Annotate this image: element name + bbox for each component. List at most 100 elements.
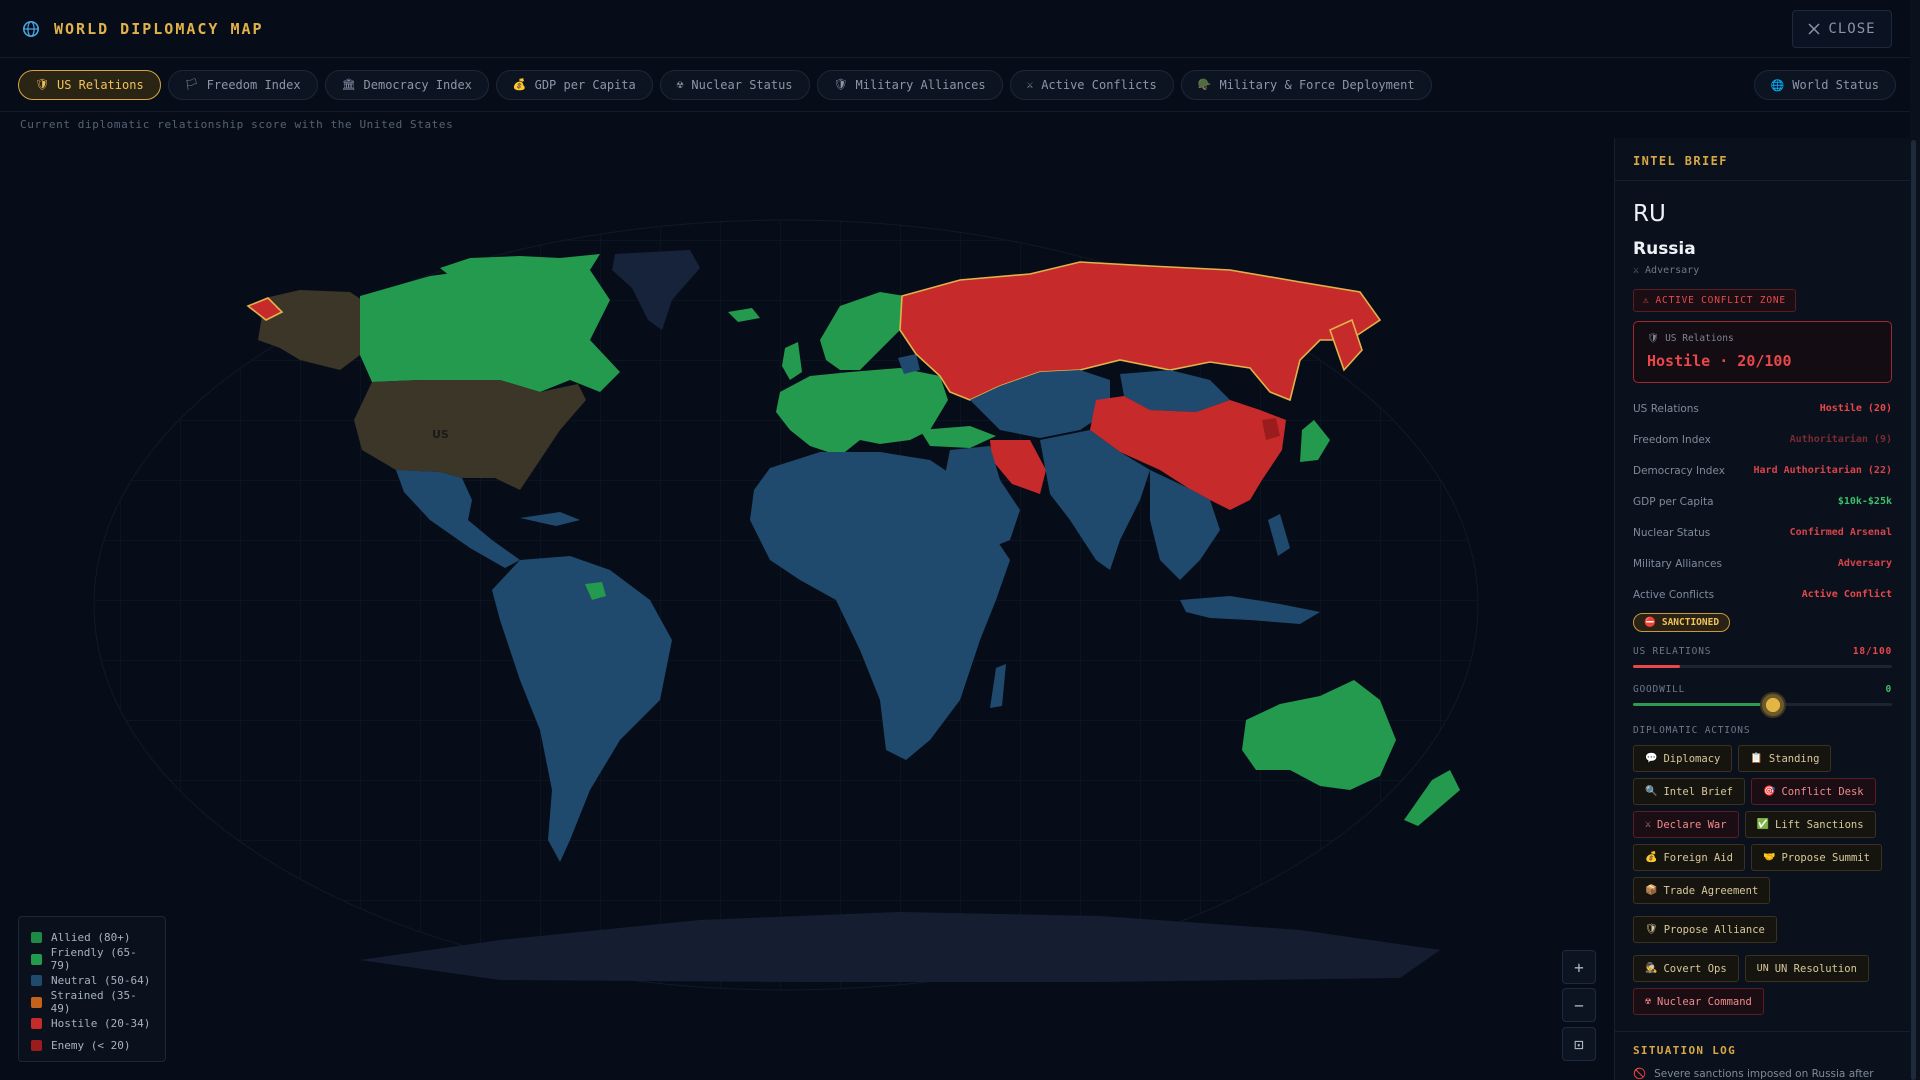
- conflict-zone-badge: ⚠ ACTIVE CONFLICT ZONE: [1633, 289, 1796, 312]
- stat-row-conflicts: Active Conflicts Active Conflict: [1633, 588, 1892, 601]
- page-scrollbar-thumb[interactable]: [1911, 140, 1916, 1080]
- tab-label: Military & Force Deployment: [1219, 77, 1415, 92]
- package-icon: 📦: [1645, 885, 1658, 896]
- handshake-icon: 🤝: [1763, 852, 1776, 863]
- country-label-us: US: [432, 428, 449, 441]
- country-canada[interactable]: [360, 262, 620, 392]
- goodwill-slider[interactable]: [1633, 692, 1892, 718]
- action-buttons: 💬 Diplomacy 📋 Standing 🔍 Intel Brief 🎯 Confl…: [1633, 745, 1891, 1015]
- zoom-fit-button[interactable]: ⊡: [1562, 1027, 1596, 1061]
- shield-icon: 🛡: [1645, 924, 1658, 935]
- action-propose-alliance-button[interactable]: 🛡 Propose Alliance: [1633, 916, 1777, 943]
- crossed-swords-icon: ⚔: [1645, 819, 1652, 830]
- tab-freedom-index[interactable]: 🏳 Freedom Index: [167, 69, 318, 100]
- action-nuclear-command-button[interactable]: ☢ Nuclear Command: [1633, 988, 1764, 1015]
- divider: [1615, 180, 1910, 181]
- globe-icon: 🌐: [1770, 78, 1785, 92]
- tab-label: Freedom Index: [206, 77, 301, 92]
- us-relations-bar-header: US RELATIONS 18/100: [1633, 646, 1892, 657]
- log-item: 🚫 Severe sanctions imposed on Russia aft…: [1633, 1067, 1892, 1080]
- money-bag-icon: 💰: [1645, 852, 1658, 863]
- un-icon: UN: [1756, 963, 1769, 974]
- legend-item-enemy: Enemy (< 20): [31, 1035, 153, 1057]
- stat-row-alliances: Military Alliances Adversary: [1633, 557, 1892, 570]
- radiation-icon: ☢: [676, 78, 684, 91]
- relation-card: 🛡 US Relations Hostile · 20/100: [1633, 321, 1892, 383]
- spy-icon: 🕵: [1645, 963, 1658, 974]
- target-icon: 🎯: [1763, 786, 1776, 797]
- minus-icon: −: [1574, 995, 1584, 1015]
- tab-democracy-index[interactable]: 🏛 Democracy Index: [324, 69, 489, 100]
- shield-icon: 🛡: [35, 78, 49, 91]
- sanctioned-badge: ⛔ SANCTIONED: [1633, 613, 1731, 632]
- tab-label: Military Alliances: [855, 77, 986, 92]
- country-code: RU: [1633, 201, 1666, 227]
- tab-active-conflicts[interactable]: ⚔ Active Conflicts: [1009, 69, 1174, 100]
- tab-gdp-per-capita[interactable]: 💰 GDP per Capita: [495, 69, 653, 100]
- stat-row-us-relations: US Relations Hostile (20): [1633, 402, 1892, 415]
- legend-item-hostile: Hostile (20-34): [31, 1013, 153, 1035]
- world-map-svg[interactable]: US: [0, 138, 1612, 1080]
- shield-icon: 🛡: [1647, 333, 1660, 344]
- us-relations-bar-fill: [1633, 665, 1680, 668]
- legend-item-strained: Strained (35-49): [31, 989, 153, 1015]
- crossed-swords-icon: ⚔: [1633, 265, 1640, 276]
- clipboard-icon: 📋: [1750, 753, 1763, 764]
- stat-row-gdp: GDP per Capita $10k-$25k: [1633, 495, 1892, 508]
- action-intel-brief-button[interactable]: 🔍 Intel Brief: [1633, 778, 1745, 805]
- zoom-in-button[interactable]: +: [1562, 950, 1596, 984]
- situation-log-title: SITUATION LOG: [1633, 1044, 1736, 1057]
- tab-label: US Relations: [56, 77, 144, 92]
- no-entry-icon: 🚫: [1633, 1068, 1647, 1080]
- relation-card-value: Hostile · 20/100: [1647, 352, 1792, 370]
- us-relations-bar: [1633, 665, 1892, 668]
- helmet-icon: 🪖: [1197, 78, 1212, 91]
- warning-icon: ⚠: [1643, 295, 1650, 306]
- action-un-resolution-button[interactable]: UN UN Resolution: [1744, 955, 1869, 982]
- tab-label: GDP per Capita: [534, 77, 636, 92]
- action-standing-button[interactable]: 📋 Standing: [1738, 745, 1832, 772]
- magnifier-icon: 🔍: [1645, 786, 1658, 797]
- goodwill-slider-handle[interactable]: [1759, 692, 1786, 718]
- action-foreign-aid-button[interactable]: 💰 Foreign Aid: [1633, 844, 1745, 871]
- building-icon: 🏛: [341, 78, 356, 91]
- stat-row-freedom-index: Freedom Index Authoritarian (9): [1633, 433, 1892, 446]
- tab-military-force-deployment[interactable]: 🪖 Military & Force Deployment: [1180, 69, 1432, 100]
- action-trade-agreement-button[interactable]: 📦 Trade Agreement: [1633, 877, 1771, 904]
- zoom-out-button[interactable]: −: [1562, 988, 1596, 1022]
- tab-label: Nuclear Status: [691, 77, 793, 92]
- relation-card-label: US Relations: [1665, 333, 1734, 344]
- action-diplomacy-button[interactable]: 💬 Diplomacy: [1633, 745, 1733, 772]
- plus-icon: +: [1574, 957, 1584, 977]
- action-declare-war-button[interactable]: ⚔ Declare War: [1633, 811, 1739, 838]
- country-name: Russia: [1633, 239, 1696, 259]
- fit-icon: ⊡: [1574, 1034, 1584, 1054]
- tab-military-alliances[interactable]: 🛡 Military Alliances: [816, 69, 1003, 100]
- close-button[interactable]: CLOSE: [1792, 10, 1892, 48]
- action-propose-summit-button[interactable]: 🤝 Propose Summit: [1751, 844, 1882, 871]
- country-stance: ⚔ Adversary: [1633, 265, 1700, 276]
- legend-item-friendly: Friendly (65-79): [31, 946, 153, 972]
- map-legend: Allied (80+) Friendly (65-79) Neutral (5…: [18, 916, 166, 1062]
- page-title: WORLD DIPLOMACY MAP: [54, 19, 264, 38]
- action-covert-ops-button[interactable]: 🕵 Covert Ops: [1633, 955, 1739, 982]
- tab-nuclear-status[interactable]: ☢ Nuclear Status: [659, 69, 810, 100]
- shield-alliance-icon: 🛡: [833, 78, 848, 91]
- world-status-button[interactable]: 🌐 World Status: [1753, 70, 1896, 100]
- world-status-label: World Status: [1792, 78, 1879, 92]
- layer-description: Current diplomatic relationship score wi…: [20, 118, 454, 131]
- speech-bubble-icon: 💬: [1645, 753, 1658, 764]
- tab-us-relations[interactable]: 🛡 US Relations: [18, 69, 161, 100]
- close-button-label: CLOSE: [1828, 21, 1876, 37]
- crossed-swords-icon: ⚔: [1026, 78, 1034, 91]
- country-new-zealand[interactable]: [1404, 770, 1460, 826]
- action-lift-sanctions-button[interactable]: ✅ Lift Sanctions: [1744, 811, 1876, 838]
- close-icon: [1808, 23, 1820, 35]
- stat-list: US Relations Hostile (20) Freedom Index Au…: [1633, 393, 1892, 610]
- world-map[interactable]: US: [0, 138, 1612, 1080]
- action-conflict-desk-button[interactable]: 🎯 Conflict Desk: [1751, 778, 1876, 805]
- goodwill-slider-fill: [1633, 703, 1773, 706]
- tab-label: Democracy Index: [363, 77, 472, 92]
- stat-row-nuclear: Nuclear Status Confirmed Arsenal: [1633, 526, 1892, 539]
- no-entry-icon: ⛔: [1644, 617, 1656, 628]
